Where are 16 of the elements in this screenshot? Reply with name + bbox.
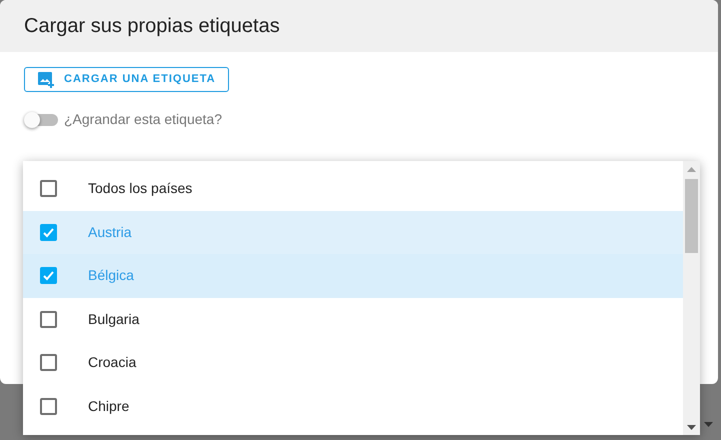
add-image-icon <box>37 70 55 88</box>
checkbox[interactable] <box>40 224 57 241</box>
checkbox[interactable] <box>40 398 57 415</box>
scrollbar[interactable] <box>683 161 700 435</box>
scroll-down-icon[interactable] <box>687 425 696 430</box>
caret-icon <box>704 422 713 428</box>
checkbox[interactable] <box>40 267 57 284</box>
toggle-label: ¿Agrandar esta etiqueta? <box>64 110 222 129</box>
scroll-up-icon[interactable] <box>687 167 696 172</box>
country-option[interactable]: Bulgaria <box>23 298 683 341</box>
checkbox[interactable] <box>40 354 57 372</box>
checkbox[interactable] <box>40 310 57 328</box>
dialog-title: Cargar sus propias etiquetas <box>24 14 280 39</box>
checkbox[interactable] <box>40 180 57 198</box>
toggle-switch[interactable] <box>24 112 58 128</box>
scrollbar-thumb[interactable] <box>685 179 698 253</box>
